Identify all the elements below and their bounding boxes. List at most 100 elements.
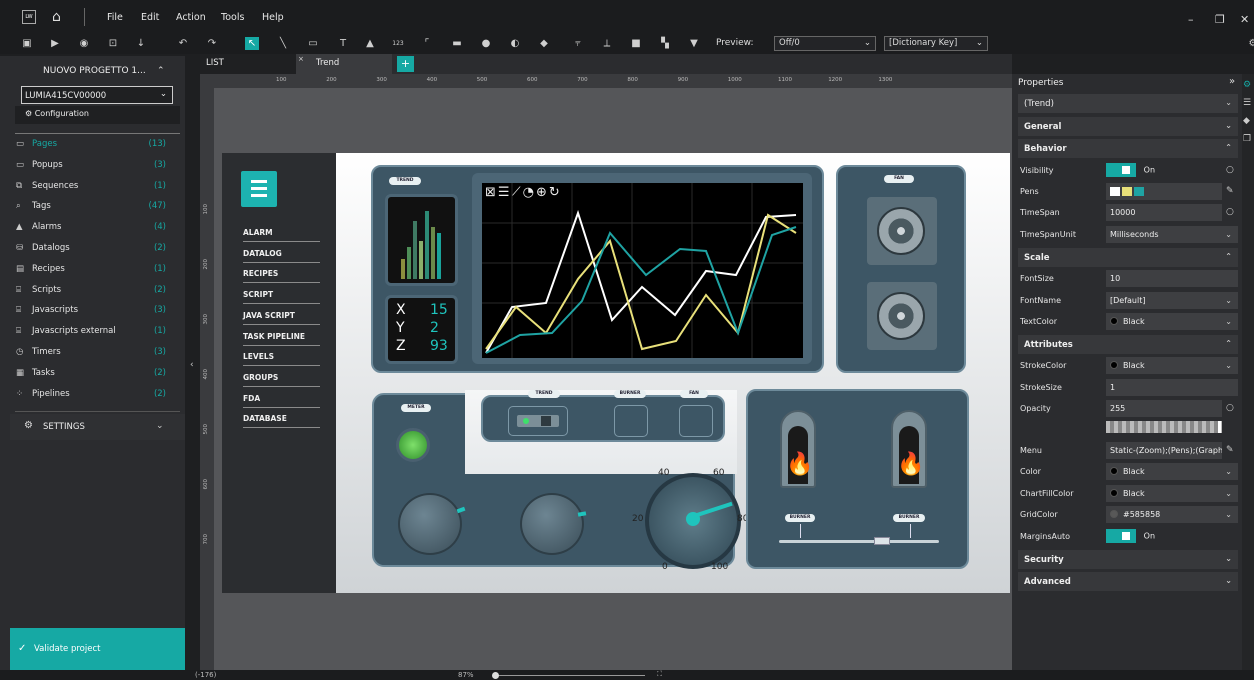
undo-icon[interactable]: ↶ — [176, 37, 190, 50]
hmi-menu-item[interactable]: TASK PIPELINE — [243, 332, 305, 341]
sidebar-item-scripts[interactable]: ⌸ Scripts (2) — [16, 285, 176, 303]
add-tab-button[interactable]: + — [397, 56, 414, 72]
configuration-item[interactable]: ⚙ Configuration — [15, 106, 180, 124]
reset-icon[interactable]: ○ — [1226, 403, 1234, 413]
front-icon[interactable]: ■ — [629, 37, 643, 50]
menu-tools[interactable]: Tools — [221, 12, 244, 23]
color-select[interactable]: Black ⌄ — [1106, 463, 1238, 480]
save-icon[interactable]: ▣ — [20, 37, 34, 50]
sidebar-item-pages[interactable]: ▭ Pages (13) — [16, 139, 176, 157]
sidebar-item-javascripts-external[interactable]: ⌸ Javascripts external (1) — [16, 326, 176, 344]
menu-help[interactable]: Help — [262, 12, 284, 23]
menu-action[interactable]: Action — [176, 12, 206, 23]
minimize-icon[interactable]: – — [1188, 13, 1194, 26]
properties-icon[interactable]: ⚙ — [1243, 80, 1251, 90]
hmi-menu-item[interactable]: ALARM — [243, 228, 273, 237]
group-icon[interactable]: ▚ — [658, 37, 672, 50]
sidebar-item-timers[interactable]: ◷ Timers (3) — [16, 347, 176, 365]
preview-select[interactable]: Off/0 ⌄ — [774, 36, 876, 51]
image-tool-icon[interactable]: ▲ — [363, 37, 377, 50]
play-icon[interactable]: ▶ — [48, 37, 62, 50]
rectangle-tool-icon[interactable]: ▭ — [306, 37, 320, 50]
hmi-menu-item[interactable]: GROUPS — [243, 373, 278, 382]
chevron-up-icon[interactable]: ⌃ — [157, 66, 165, 76]
tab-trend[interactable]: Trend — [296, 54, 392, 74]
hmi-menu-item[interactable]: FDA — [243, 394, 260, 403]
align-left-icon[interactable]: ⫧ — [571, 37, 585, 50]
visibility-toggle[interactable]: On — [1106, 163, 1155, 177]
burner-button[interactable] — [614, 405, 648, 437]
gear-icon[interactable]: ⚙ — [1246, 37, 1254, 50]
collapse-right-icon[interactable]: » — [1229, 76, 1235, 87]
redo-icon[interactable]: ↷ — [205, 37, 219, 50]
hmi-menu-item[interactable]: LEVELS — [243, 352, 274, 361]
fan-button[interactable] — [679, 405, 713, 437]
hmi-menu-item[interactable]: DATABASE — [243, 414, 287, 423]
hmi-menu-item[interactable]: RECIPES — [243, 269, 278, 278]
sidebar-item-tags[interactable]: ⌕ Tags (47) — [16, 201, 176, 219]
download-box-icon[interactable]: ⊡ — [106, 37, 120, 50]
text-tool-icon[interactable]: T — [336, 37, 350, 50]
section-scale[interactable]: Scale ⌃ — [1018, 248, 1238, 267]
sidebar-item-javascripts[interactable]: ⌸ Javascripts (3) — [16, 305, 176, 323]
gridcolor-select[interactable]: #585858 ⌄ — [1106, 506, 1238, 523]
gauge-tool-icon[interactable]: ◐ — [508, 37, 522, 50]
zoom-slider-thumb[interactable] — [492, 672, 499, 679]
zoom-slider[interactable] — [495, 675, 645, 676]
layers-icon[interactable]: ◆ — [1243, 116, 1250, 126]
marginsauto-toggle[interactable]: On — [1106, 529, 1155, 543]
object-selector[interactable]: (Trend) ⌄ — [1018, 94, 1238, 113]
toggle-switch[interactable] — [517, 415, 559, 427]
tank-tool-icon[interactable]: ● — [479, 37, 493, 50]
fan-1[interactable] — [867, 197, 937, 265]
strokecolor-select[interactable]: Black ⌄ — [1106, 357, 1238, 374]
knob-1[interactable] — [398, 493, 462, 555]
knob-2[interactable] — [520, 493, 584, 555]
arrow-down-icon[interactable]: ↓ — [134, 37, 148, 50]
sidebar-item-pipelines[interactable]: ⁘ Pipelines (2) — [16, 389, 176, 407]
list-icon[interactable]: ☰ — [1243, 98, 1251, 108]
hmi-menu-item[interactable]: DATALOG — [243, 249, 282, 258]
sidebar-item-popups[interactable]: ▭ Popups (3) — [16, 160, 176, 178]
align-center-icon[interactable]: ⟂ — [600, 37, 614, 50]
fit-screen-icon[interactable]: ⛶ — [657, 670, 662, 679]
hmi-menu-item[interactable]: SCRIPT — [243, 290, 273, 299]
tab-list[interactable]: LIST — [200, 54, 296, 74]
sidebar-item-sequences[interactable]: ⧉ Sequences (1) — [16, 181, 176, 199]
edit-pencil-icon[interactable]: ✎ — [1226, 186, 1234, 196]
edit-pencil-icon[interactable]: ✎ — [1226, 445, 1234, 455]
reset-icon[interactable]: ○ — [1226, 207, 1234, 217]
device-select[interactable]: LUMIA415CV00000 ⌄ — [21, 86, 173, 104]
sidebar-item-tasks[interactable]: ▦ Tasks (2) — [16, 368, 176, 386]
sidebar-item-datalogs[interactable]: ⛁ Datalogs (2) — [16, 243, 176, 261]
shape-tool-icon[interactable]: ◆ — [537, 37, 551, 50]
section-behavior[interactable]: Behavior ⌃ — [1018, 139, 1238, 158]
collapse-panel-icon[interactable]: ‹ — [190, 360, 194, 370]
settings-item[interactable]: ⚙ SETTINGS ⌄ — [10, 414, 185, 440]
sidebar-item-alarms[interactable]: ▲ Alarms (4) — [16, 222, 176, 240]
numeric-tool-icon[interactable]: 123 — [391, 37, 405, 50]
sidebar-item-recipes[interactable]: ▤ Recipes (1) — [16, 264, 176, 282]
fontsize-input[interactable]: 10 — [1106, 270, 1238, 287]
slider-thumb[interactable] — [874, 537, 890, 545]
menu-value[interactable]: Static-(Zoom);(Pens);(GraphM — [1106, 442, 1222, 459]
opacity-slider[interactable] — [1106, 421, 1222, 433]
textcolor-select[interactable]: Black ⌄ — [1106, 313, 1238, 330]
opacity-input[interactable]: 255 — [1106, 400, 1222, 417]
chartfillcolor-select[interactable]: Black ⌄ — [1106, 485, 1238, 502]
reset-icon[interactable]: ○ — [1226, 165, 1234, 175]
fan-2[interactable] — [867, 282, 937, 350]
section-attributes[interactable]: Attributes ⌃ — [1018, 335, 1238, 354]
pointer-icon[interactable]: ↖ — [245, 37, 259, 50]
line-tool-icon[interactable]: ╲ — [276, 37, 290, 50]
home-icon[interactable]: ⌂ — [52, 9, 61, 25]
frame-tool-icon[interactable]: ⌜ — [420, 37, 434, 50]
pens-value[interactable] — [1106, 183, 1222, 200]
hmi-menu-item[interactable]: JAVA SCRIPT — [243, 311, 295, 320]
section-security[interactable]: Security ⌄ — [1018, 550, 1238, 569]
switch-tool-icon[interactable]: ▬ — [450, 37, 464, 50]
restore-icon[interactable]: ❐ — [1215, 13, 1225, 26]
close-icon[interactable]: ✕ — [1240, 13, 1249, 26]
pin-icon[interactable]: ▼ — [687, 37, 701, 50]
record-icon[interactable]: ◉ — [77, 37, 91, 50]
